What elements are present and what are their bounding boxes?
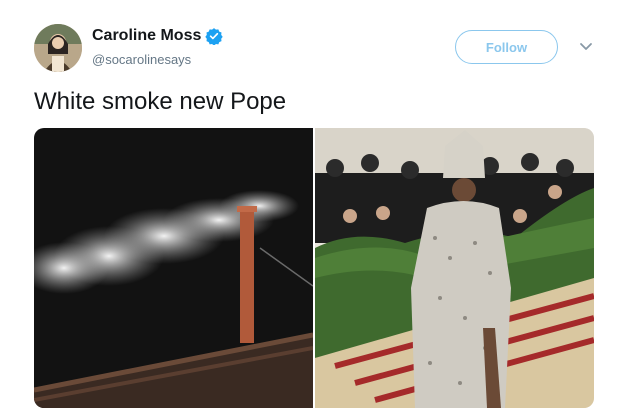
author-name-row: Caroline Moss [92, 27, 224, 45]
author-handle[interactable]: @socarolinesays [92, 52, 191, 67]
tweet-text: White smoke new Pope [34, 88, 287, 115]
avatar[interactable] [34, 24, 82, 72]
met-gala-pope-outfit-photo[interactable] [315, 128, 594, 408]
chevron-down-icon[interactable] [578, 40, 594, 54]
author-display-name[interactable]: Caroline Moss [92, 27, 201, 45]
white-smoke-chimney-photo[interactable] [34, 128, 313, 408]
verified-badge-icon [201, 27, 224, 45]
follow-button[interactable]: Follow [455, 30, 558, 64]
tweet-media [34, 128, 594, 408]
